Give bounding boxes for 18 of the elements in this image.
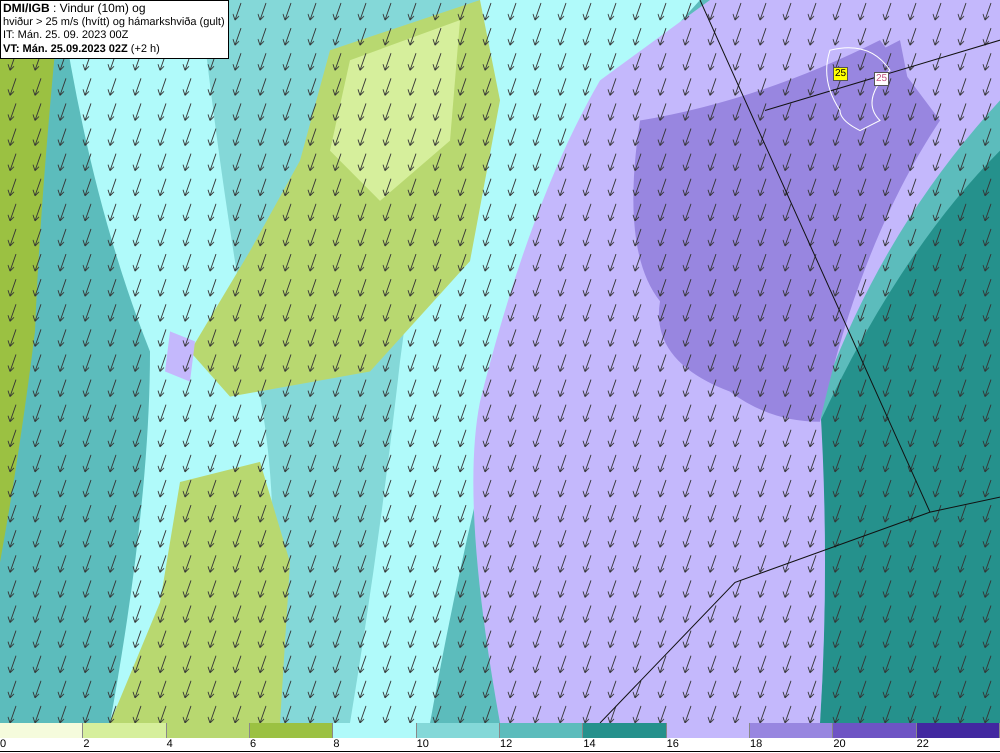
legend-label: 4 <box>166 738 173 751</box>
contour-label: 25 <box>874 72 890 86</box>
legend-label: 8 <box>333 738 340 751</box>
legend-label: 18 <box>750 738 762 751</box>
title-text: IT: Mán. 25. 09. 2023 00Z <box>3 29 130 42</box>
title-text: VT: Mán. 25.09.2023 02Z (+2 h) <box>3 42 161 56</box>
legend-label: 2 <box>83 738 90 751</box>
legend-label: 0 <box>0 738 6 751</box>
legend-label: 20 <box>833 738 846 751</box>
legend-label: 10 <box>416 738 429 751</box>
legend-label: 12 <box>500 738 512 751</box>
title-text: DMI/IGB : Vindur (10m) og <box>3 2 146 16</box>
legend-label: 14 <box>583 738 596 751</box>
title-text: hviður > 25 m/s (hvítt) og hámarkshviða (gult) <box>3 16 225 29</box>
legend-label: 22 <box>916 738 929 751</box>
legend-label: 6 <box>250 738 256 751</box>
legend-label: 16 <box>666 738 679 751</box>
contour-label: 25 <box>833 67 848 81</box>
